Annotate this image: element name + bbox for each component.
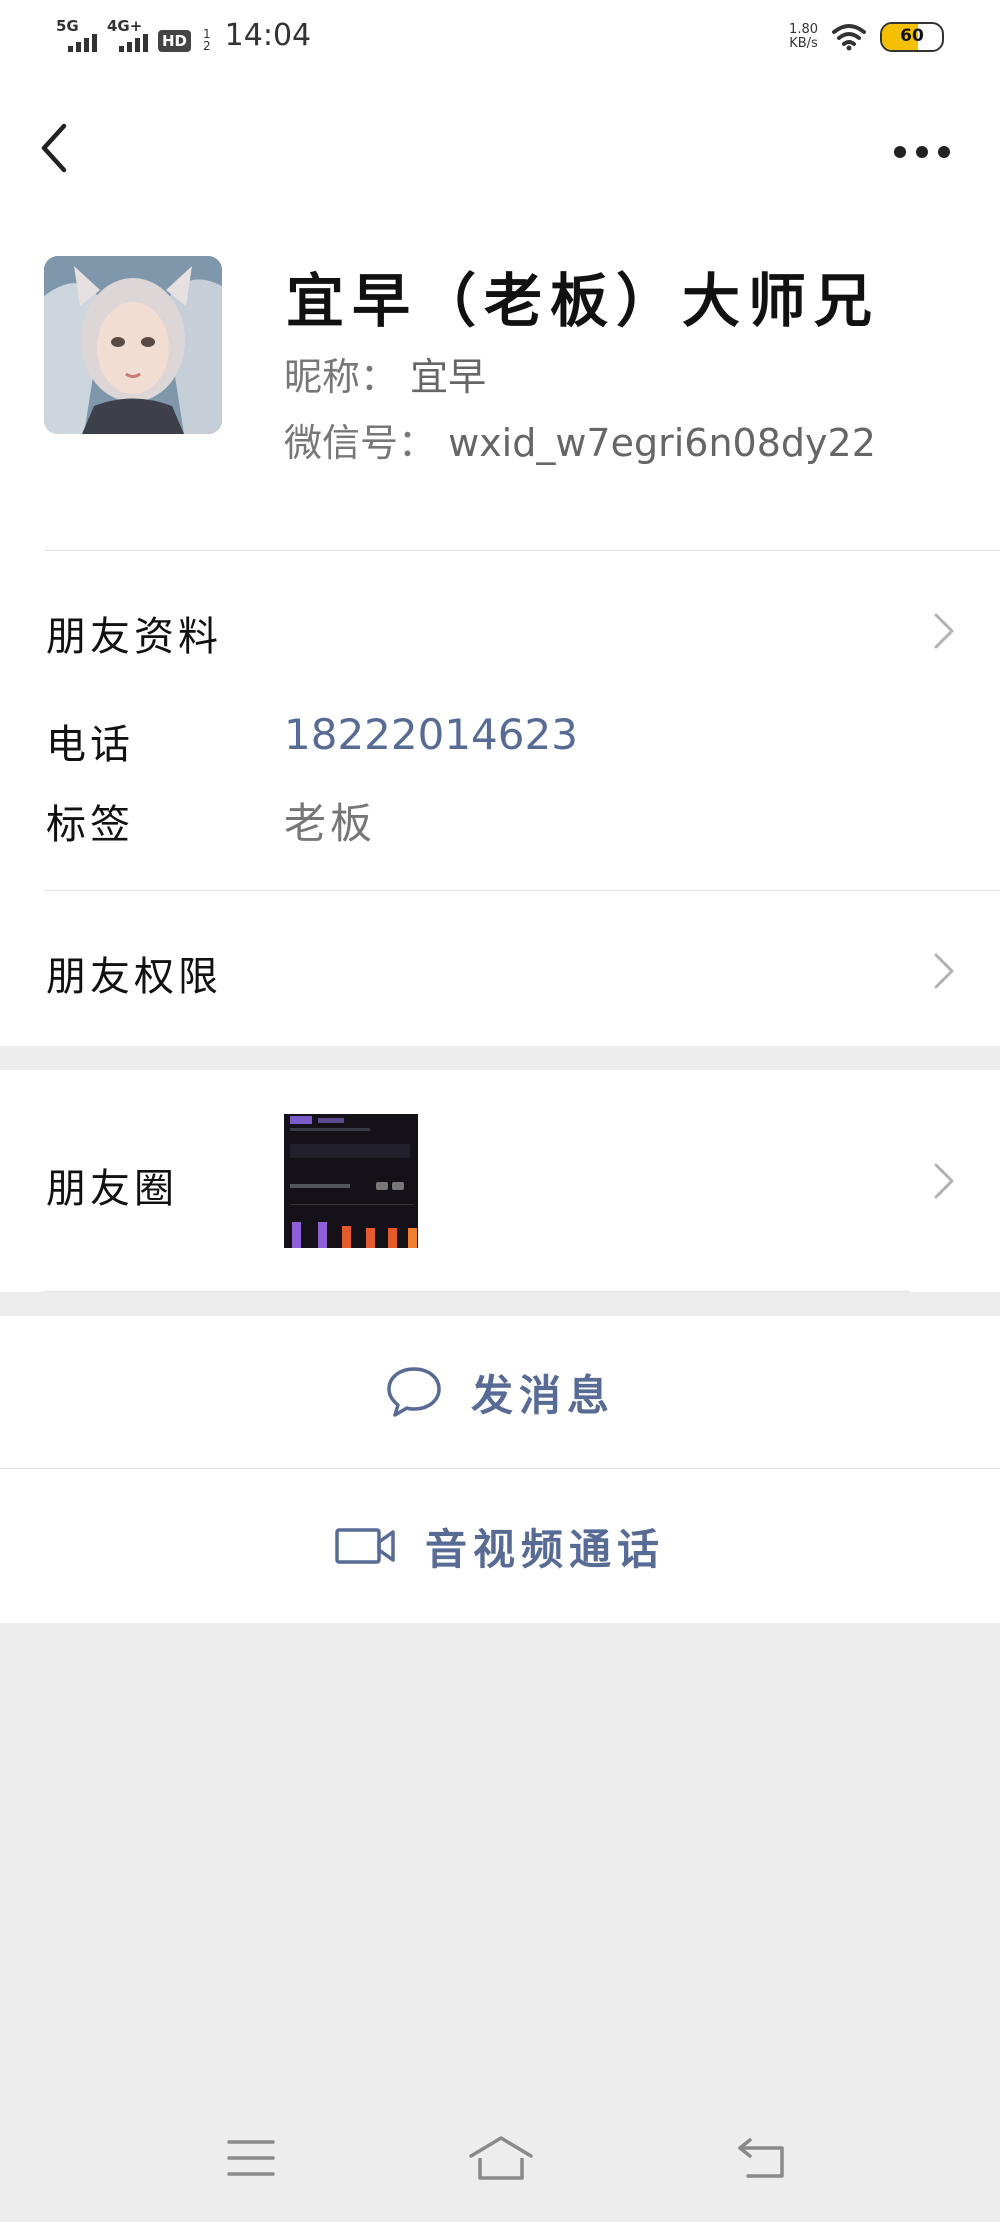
system-nav-bar [0,2116,1000,2196]
moments-thumbnail-image-icon [284,1114,418,1248]
more-dots-icon[interactable] [892,140,952,164]
signal-sim1: 5G [56,18,97,52]
clock: 14:04 [224,18,312,53]
wechat-id-value: wxid_w7egri6n08dy22 [448,421,876,465]
chat-bubble-icon [387,1367,441,1417]
battery-level: 60 [900,26,924,46]
divider [44,1291,910,1292]
video-call-label: 音视频通话 [424,1524,665,1574]
chevron-right-icon [934,1163,954,1199]
wifi-icon [832,24,866,51]
profile-display-name: 宜早（老板）大师兄 [286,267,881,335]
menu-icon[interactable] [226,2138,276,2178]
wechat-id-label: 微信号： [284,421,437,465]
status-right: 1.80 KB/s 60 [789,22,944,52]
moments-row[interactable]: 朋友圈 [0,1070,1000,1292]
avatar-portrait-icon [44,256,222,434]
moments-thumbnail [284,1114,418,1248]
nickname-label: 昵称： [284,355,399,399]
network-speed-unit: KB/s [789,36,818,51]
send-message-button[interactable]: 发消息 [0,1316,1000,1468]
home-icon[interactable] [468,2134,534,2182]
profile-panel: 宜早（老板）大师兄 昵称： 宜早 微信号： wxid_w7egri6n08dy2… [0,80,1000,1046]
tag-value[interactable]: 老板 [284,790,376,851]
friend-permission-label: 朋友权限 [46,954,222,1000]
tag-label: 标签 [46,802,134,848]
chevron-right-icon [934,613,954,649]
phone-label: 电话 [46,722,134,768]
friend-profile-label: 朋友资料 [46,614,222,660]
status-bar: 5G 4G+ HD 1 2 14:04 1.80 KB/s 60 [0,0,1000,80]
signal-bars-icon [68,34,97,52]
network-speed-value: 1.80 [789,22,818,37]
network-speed: 1.80 KB/s [789,23,818,51]
avatar[interactable] [44,256,222,434]
signal-sim2: 4G+ [107,18,148,52]
hd-badge: HD [158,30,192,52]
signal-bars-icon [119,34,148,52]
send-message-label: 发消息 [470,1370,615,1420]
return-icon[interactable] [736,2136,788,2180]
divider [44,550,1000,551]
nickname-line: 昵称： 宜早 [284,346,486,401]
chevron-right-icon [934,953,954,989]
moments-label: 朋友圈 [46,1166,178,1212]
video-call-button[interactable]: 音视频通话 [0,1469,1000,1623]
sim2-label: 4G+ [107,17,143,35]
battery-icon: 60 [880,22,944,52]
back-arrow-icon[interactable] [36,118,76,178]
divider [44,890,1000,891]
wechat-id-line: 微信号： wxid_w7egri6n08dy22 [284,412,876,467]
hd-sub-bottom: 2 [203,39,211,53]
video-camera-icon [335,1528,395,1564]
nickname-value: 宜早 [410,355,487,399]
hd-sub: 1 2 [203,28,211,52]
sim1-label: 5G [56,17,79,35]
phone-value[interactable]: 18222014623 [284,710,578,759]
status-left: 5G 4G+ HD 1 2 14:04 [56,18,311,52]
